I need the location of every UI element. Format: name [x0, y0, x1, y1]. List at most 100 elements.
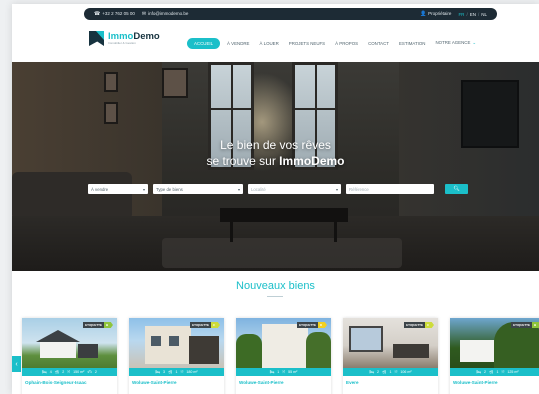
nav-contact[interactable]: Contact — [363, 38, 394, 49]
contact-info: ☎ +32 2 762 05 00 ✉ info@immodemo.be — [94, 11, 188, 17]
area-icon: ⤧ — [67, 370, 71, 374]
nav-estimation[interactable]: Estimation — [394, 38, 431, 49]
bath-icon: 🛁︎ — [167, 370, 173, 374]
property-type-select-value: Type de biens — [156, 186, 183, 192]
lang-separator: / — [477, 11, 480, 17]
spec-beds: 1 — [277, 370, 280, 374]
spec-area: 150 m² — [73, 370, 85, 374]
nav-home[interactable]: Accueil — [187, 37, 221, 49]
hero-heading-line1: Le bien de vos rêves — [220, 138, 331, 152]
hero-heading-line2: se trouve sur ImmoDemo — [12, 153, 539, 169]
mail-icon: ✉ — [141, 11, 147, 17]
logo-name-part2: Demo — [133, 30, 160, 42]
nav-for-sale[interactable]: À vendre — [222, 38, 254, 49]
section-divider — [267, 296, 283, 297]
browser-page: ☎ +32 2 762 05 00 ✉ info@immodemo.be 👤 Prop… — [12, 4, 539, 394]
main-navigation: Accueil À vendre À louer Projets neufs À… — [187, 37, 481, 49]
listing-card[interactable]: ETIQUETTE D 🛏︎ 1 ⤧ 55 m² Woluwe-Saint-Pierr… — [236, 318, 331, 394]
nav-new-projects[interactable]: Projets neufs — [284, 38, 330, 49]
epc-grade: C — [211, 322, 220, 328]
locality-placeholder: Localité — [251, 186, 266, 192]
listing-card[interactable]: ETIQUETTE B 🛏︎ 2 🛁︎ 1 ⤧ 125 m² Woluwe-Saint-… — [450, 318, 539, 394]
nav-about[interactable]: À propos — [330, 38, 363, 49]
search-icon: 🔍︎ — [453, 186, 460, 192]
bed-icon: 🛏︎ — [42, 370, 47, 374]
listing-card[interactable]: ETIQUETTE C 🛏︎ 3 🛁︎ 1 ⤧ 180 m² Woluwe-Saint-… — [129, 318, 224, 394]
listing-specs: 🛏︎ 1 ⤧ 55 m² — [236, 368, 331, 376]
hero-photo-rug — [162, 238, 402, 268]
logo-tagline: Immobilier & Gestion — [108, 41, 136, 46]
hero-photo-frame — [104, 72, 118, 92]
spec-beds: 2 — [376, 370, 379, 374]
carousel-prev-button[interactable]: ‹ — [12, 356, 21, 372]
bath-icon: 🛁︎ — [488, 370, 494, 374]
email-link[interactable]: ✉ info@immodemo.be — [142, 11, 189, 17]
epc-badge: ETIQUETTE C — [404, 322, 434, 328]
language-switcher: FR / EN / NL — [458, 12, 487, 17]
bath-icon: 🛁︎ — [381, 370, 387, 374]
property-type-select[interactable]: Type de biens ▾ — [153, 184, 243, 194]
logo-name-part1: Immo — [108, 30, 134, 42]
spec-area: 180 m² — [186, 370, 198, 374]
lang-fr[interactable]: FR — [458, 12, 464, 17]
epc-badge: ETIQUETTE C — [190, 322, 220, 328]
listing-city[interactable]: Woluwe-Saint-Pierre — [453, 380, 498, 385]
area-icon: ⤧ — [282, 370, 286, 374]
lang-nl[interactable]: NL — [481, 12, 487, 17]
phone-number: +32 2 762 05 00 — [102, 11, 135, 16]
listing-city[interactable]: Woluwe-Saint-Pierre — [132, 380, 177, 385]
listing-city[interactable]: Ophain-Bois-Seigneur-Isaac — [25, 380, 87, 385]
locality-select[interactable]: Localité ▾ — [248, 184, 341, 194]
hero-heading: Le bien de vos rêves se trouve sur ImmoD… — [12, 137, 539, 169]
phone-link[interactable]: ☎ +32 2 762 05 00 — [94, 11, 135, 17]
top-utility-bar: ☎ +32 2 762 05 00 ✉ info@immodemo.be 👤 Prop… — [84, 8, 497, 20]
listing-card[interactable]: ETIQUETTE C 🛏︎ 2 🛁︎ 1 ⤧ 106 m² Evere — [343, 318, 438, 394]
section-title-new-listings: Nouveaux biens — [236, 280, 315, 292]
spec-baths: 1 — [175, 370, 178, 374]
owners-label: Propriétaire — [428, 11, 452, 16]
reference-input[interactable]: Référence — [346, 184, 434, 194]
hero-photo-sofa — [12, 172, 132, 220]
spec-baths: 1 — [496, 370, 499, 374]
spec-garage: 2 — [94, 370, 97, 374]
owners-link[interactable]: 👤 Propriétaire — [420, 11, 452, 17]
hero-heading-brand: ImmoDemo — [279, 154, 345, 168]
topbar-right: 👤 Propriétaire FR / EN / NL — [420, 11, 487, 17]
hero-banner: Le bien de vos rêves se trouve sur ImmoD… — [12, 62, 539, 271]
spec-baths: 1 — [389, 370, 392, 374]
email-address: info@immodemo.be — [148, 11, 189, 16]
lang-en[interactable]: EN — [470, 12, 476, 17]
area-icon: ⤧ — [501, 370, 505, 374]
nav-for-rent[interactable]: À louer — [254, 38, 283, 49]
listing-city[interactable]: Woluwe-Saint-Pierre — [239, 380, 284, 385]
chevron-left-icon: ‹ — [15, 360, 18, 368]
user-icon: 👤 — [419, 11, 427, 17]
bed-icon: 🛏︎ — [369, 370, 374, 374]
transaction-select-value: À vendre — [91, 186, 109, 192]
epc-grade: B — [532, 322, 539, 328]
spec-beds: 2 — [483, 370, 486, 374]
nav-our-agency[interactable]: Notre agence ⌄ — [430, 37, 481, 49]
listing-specs: 🛏︎ 4 🛁︎ 2 ⤧ 150 m² 🚗︎ 2 — [22, 368, 117, 376]
site-logo[interactable]: ImmoDemo Immobilier & Gestion — [89, 31, 160, 46]
listing-card[interactable]: ETIQUETTE B 🛏︎ 4 🛁︎ 2 ⤧ 150 m² 🚗︎ 2 Ophain-Bo… — [22, 318, 117, 394]
caret-down-icon: ▾ — [142, 186, 145, 192]
caret-down-icon: ▾ — [335, 186, 338, 192]
spec-area: 106 m² — [400, 370, 412, 374]
epc-badge: ETIQUETTE B — [83, 322, 113, 328]
bath-icon: 🛁︎ — [54, 370, 60, 374]
epc-grade: D — [318, 322, 327, 328]
spec-baths: 2 — [62, 370, 65, 374]
epc-grade: C — [425, 322, 434, 328]
bed-icon: 🛏︎ — [269, 370, 275, 374]
logo-name: ImmoDemo — [108, 32, 160, 42]
hero-photo-table — [220, 208, 348, 222]
listing-carousel: ETIQUETTE B 🛏︎ 4 🛁︎ 2 ⤧ 150 m² 🚗︎ 2 Ophain-Bo… — [22, 318, 539, 394]
transaction-select[interactable]: À vendre ▾ — [88, 184, 148, 194]
search-button[interactable]: 🔍︎ — [445, 184, 468, 194]
spec-area: 125 m² — [507, 370, 519, 374]
hero-photo-frame — [104, 102, 118, 124]
area-icon: ⤧ — [394, 370, 398, 374]
epc-badge: ETIQUETTE D — [297, 322, 327, 328]
listing-city[interactable]: Evere — [346, 380, 359, 385]
